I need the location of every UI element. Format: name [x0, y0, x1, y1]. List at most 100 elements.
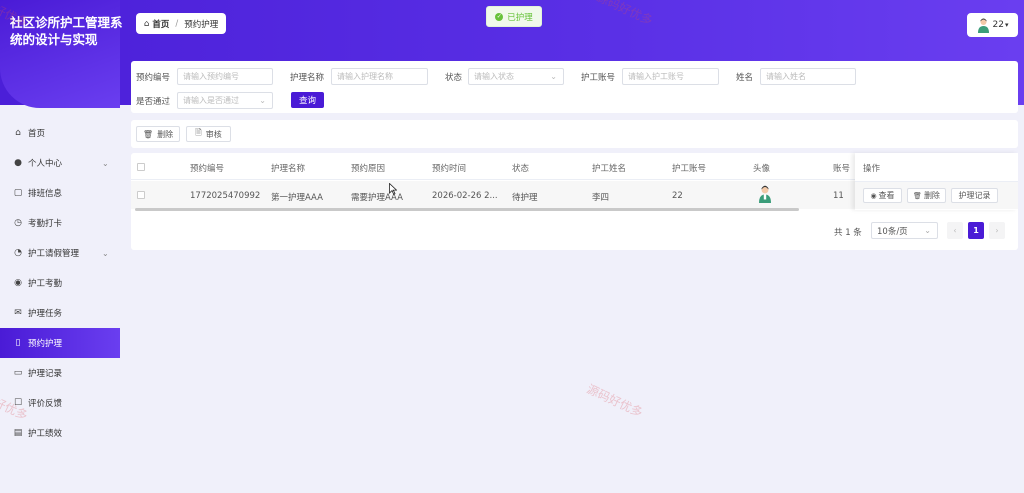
- breadcrumb-current: 预约护理: [184, 19, 219, 30]
- page-size-select[interactable]: 10条/页 ⌄: [871, 222, 938, 239]
- check-circle-icon: ✓: [495, 12, 504, 21]
- name-label: 姓名: [736, 73, 754, 83]
- sidebar-item-label: 考勤打卡: [28, 219, 63, 229]
- query-button[interactable]: 查询: [291, 92, 324, 108]
- select-all-checkbox[interactable]: [137, 163, 145, 171]
- breadcrumb: ⌂ 首页 / 预约护理: [136, 13, 227, 34]
- eye-icon: ◉: [870, 191, 877, 200]
- chevron-down-icon: ⌄: [259, 96, 266, 105]
- sidebar-item-label: 预约护理: [28, 339, 63, 349]
- worker-account-cell: 22: [672, 191, 683, 201]
- chevron-down-icon: ⌄: [924, 226, 931, 235]
- delete-button[interactable]: 🗑 删除: [136, 126, 180, 142]
- column-header: 账号: [833, 164, 851, 174]
- trash-icon: 🗑: [142, 129, 154, 139]
- column-header: 预约时间: [432, 164, 467, 174]
- page-number-button[interactable]: 1: [968, 222, 984, 239]
- attendance-icon: ◉: [14, 278, 22, 288]
- column-header: 护工姓名: [592, 164, 627, 174]
- chevron-down-icon: ⌄: [102, 248, 109, 258]
- column-header: 头像: [753, 164, 771, 174]
- toast-text: 已护理: [507, 12, 533, 23]
- care-name-label: 护理名称: [290, 73, 325, 83]
- approved-select[interactable]: 请输入是否通过 ⌄: [177, 92, 273, 109]
- care-name-cell: 第一护理AAA: [271, 193, 323, 203]
- appointment-icon: ▯: [15, 338, 21, 348]
- sidebar-item-label: 个人中心: [28, 159, 63, 169]
- record-icon: ▭: [13, 368, 23, 378]
- status-select[interactable]: 请输入状态 ⌄: [468, 68, 564, 85]
- sidebar-item-records[interactable]: ▭ 护理记录: [0, 358, 120, 388]
- breadcrumb-separator: /: [175, 18, 179, 29]
- total-count: 共 1 条: [834, 228, 862, 238]
- task-icon: ✉: [14, 308, 22, 318]
- home-icon: ⌂: [15, 128, 21, 138]
- caret-down-icon: ▾: [1004, 21, 1009, 29]
- mouse-cursor-icon: [389, 183, 397, 195]
- time-cell: 2026-02-26 2...: [432, 191, 498, 201]
- sidebar-item-personal-center[interactable]: ● 个人中心 ⌄: [0, 148, 120, 178]
- document-icon: 🗎: [195, 128, 202, 137]
- column-header: 预约编号: [190, 164, 225, 174]
- sidebar-item-attendance[interactable]: ◉ 护工考勤: [0, 268, 120, 298]
- chevron-down-icon: ⌄: [102, 158, 109, 168]
- view-button[interactable]: ◉ 查看: [863, 188, 902, 203]
- avatar[interactable]: [758, 185, 772, 203]
- user-name: 22: [992, 20, 1004, 30]
- sidebar-item-home[interactable]: ⌂ 首页: [0, 118, 120, 148]
- clock-in-icon: ◷: [14, 218, 22, 228]
- sidebar-menu: ⌂ 首页 ● 个人中心 ⌄ ▢ 排班信息 ◷ 考勤打卡 ◔ 护工请假管理 ⌄ ◉…: [0, 118, 120, 448]
- sidebar-item-label: 评价反馈: [28, 399, 63, 409]
- row-checkbox[interactable]: [137, 191, 145, 199]
- success-toast: ✓ 已护理: [486, 6, 542, 27]
- column-header: 状态: [512, 164, 530, 174]
- operation-column: 操作 ◉ 查看 🗑 删除 护理记录: [855, 153, 1018, 210]
- sidebar-item-leave[interactable]: ◔ 护工请假管理 ⌄: [0, 238, 120, 268]
- search-panel: 预约编号 请输入预约编号 护理名称 请输入护理名称 状态 请输入状态 ⌄ 护工账…: [131, 61, 1018, 113]
- chevron-down-icon: ⌄: [550, 72, 557, 81]
- leave-icon: ◔: [14, 248, 22, 258]
- watermark: 源码好优多: [584, 381, 645, 420]
- column-header: 预约原因: [351, 164, 386, 174]
- action-panel: 🗑 删除 🗎 审核: [131, 120, 1018, 148]
- horizontal-scrollbar[interactable]: [135, 208, 799, 211]
- performance-icon: ▤: [13, 428, 23, 438]
- breadcrumb-home[interactable]: 首页: [152, 18, 169, 30]
- care-record-button[interactable]: 护理记录: [951, 188, 998, 203]
- sidebar-item-tasks[interactable]: ✉ 护理任务: [0, 298, 120, 328]
- home-icon: ⌂: [144, 18, 150, 29]
- sidebar-item-appointment[interactable]: ▯ 预约护理: [0, 328, 120, 358]
- name-input[interactable]: 请输入姓名: [760, 68, 856, 85]
- status-label: 状态: [445, 73, 463, 83]
- review-button[interactable]: 🗎 审核: [186, 126, 231, 142]
- column-header: 护工账号: [672, 164, 707, 174]
- booking-no-label: 预约编号: [136, 73, 171, 83]
- worker-account-input[interactable]: 请输入护工账号: [622, 68, 719, 85]
- sidebar-item-performance[interactable]: ▤ 护工绩效: [0, 418, 120, 448]
- sidebar-item-label: 首页: [28, 129, 46, 139]
- column-header: 操作: [863, 164, 881, 174]
- booking-no-input[interactable]: 请输入预约编号: [177, 68, 273, 85]
- schedule-icon: ▢: [13, 188, 23, 198]
- user-menu[interactable]: 22 ▾: [967, 13, 1018, 37]
- user-icon: ●: [14, 158, 22, 168]
- sidebar-item-label: 护理记录: [28, 369, 63, 379]
- sidebar-item-schedule[interactable]: ▢ 排班信息: [0, 178, 120, 208]
- booking-no-cell: 1772025470992: [190, 191, 261, 201]
- column-header: 护理名称: [271, 164, 306, 174]
- row-delete-button[interactable]: 🗑 删除: [907, 188, 946, 203]
- data-table: 预约编号 护理名称 预约原因 预约时间 状态 护工姓名 护工账号 头像 账号 1…: [131, 153, 1018, 250]
- operation-row: ◉ 查看 🗑 删除 护理记录: [855, 181, 1018, 209]
- sidebar-item-clock-in[interactable]: ◷ 考勤打卡: [0, 208, 120, 238]
- next-page-button[interactable]: ›: [989, 222, 1005, 239]
- account-cell: 11: [833, 191, 844, 201]
- prev-page-button[interactable]: ‹: [947, 222, 963, 239]
- status-cell: 待护理: [512, 193, 538, 203]
- care-name-input[interactable]: 请输入护理名称: [331, 68, 428, 85]
- sidebar-item-label: 护工绩效: [28, 429, 63, 439]
- sidebar-item-label: 护工请假管理: [28, 249, 80, 259]
- approved-label: 是否通过: [136, 97, 171, 107]
- sidebar-item-label: 排班信息: [28, 189, 63, 199]
- sidebar-item-label: 护工考勤: [28, 279, 63, 289]
- sidebar-item-label: 护理任务: [28, 309, 63, 319]
